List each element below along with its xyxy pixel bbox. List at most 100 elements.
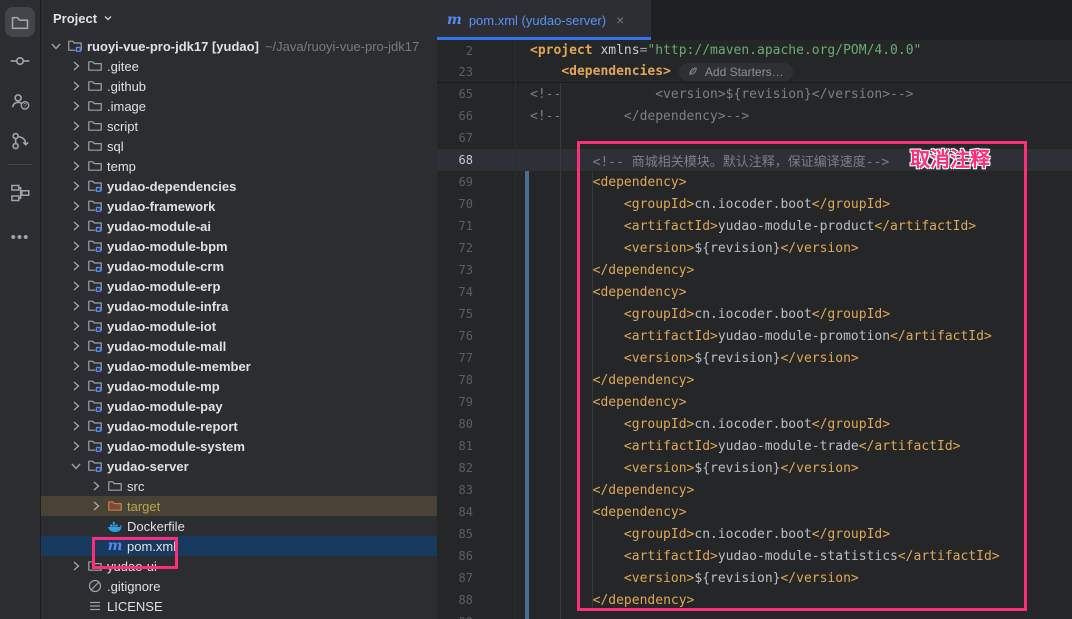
activity-bar-branches-button[interactable] (5, 126, 35, 156)
chevron-down-icon[interactable] (67, 458, 85, 474)
code-line-70[interactable]: 70 <groupId>cn.iocoder.boot</groupId> (437, 193, 1072, 215)
line-number: 85 (437, 527, 473, 541)
chevron-right-icon[interactable] (67, 98, 85, 114)
code-line-23[interactable]: 23 <dependencies>Add Starters… (437, 61, 1072, 82)
tree-item-label: .gitignore (107, 579, 160, 594)
tree-item-yudao-module-erp[interactable]: yudao-module-erp (41, 276, 437, 296)
tree-item-.gitee[interactable]: .gitee (41, 56, 437, 76)
tree-item-yudao-server[interactable]: yudao-server (41, 456, 437, 476)
chevron-right-icon[interactable] (67, 338, 85, 354)
code-line-69[interactable]: 69 <dependency> (437, 171, 1072, 193)
code-line-76[interactable]: 76 <artifactId>yudao-module-promotion</a… (437, 325, 1072, 347)
spring-leaf-icon (688, 66, 700, 78)
code-line-85[interactable]: 85 <groupId>cn.iocoder.boot</groupId> (437, 523, 1072, 545)
code-line-2[interactable]: 2<project xmlns="http://maven.apache.org… (437, 40, 1072, 61)
code-line-89[interactable]: 89 (437, 611, 1072, 619)
chevron-down-icon[interactable] (47, 38, 65, 54)
tree-item-sql[interactable]: sql (41, 136, 437, 156)
tree-item-yudao-framework[interactable]: yudao-framework (41, 196, 437, 216)
code-line-75[interactable]: 75 <groupId>cn.iocoder.boot</groupId> (437, 303, 1072, 325)
tab-close-icon[interactable]: × (616, 12, 624, 28)
chevron-right-icon[interactable] (67, 378, 85, 394)
people-help-icon: ? (10, 91, 30, 111)
activity-bar-project-button[interactable] (5, 7, 35, 37)
tree-item-yudao-module-crm[interactable]: yudao-module-crm (41, 256, 437, 276)
code-line-81[interactable]: 81 <artifactId>yudao-module-trade</artif… (437, 435, 1072, 457)
chevron-right-icon[interactable] (67, 78, 85, 94)
tree-item-yudao-module-member[interactable]: yudao-module-member (41, 356, 437, 376)
code-line-65[interactable]: 65<!-- <version>${revision}</version>--> (437, 83, 1072, 105)
chevron-right-icon[interactable] (87, 478, 105, 494)
chevron-right-icon[interactable] (67, 198, 85, 214)
tree-item-src[interactable]: src (41, 476, 437, 496)
chevron-right-icon[interactable] (67, 138, 85, 154)
tree-item-yudao-module-iot[interactable]: yudao-module-iot (41, 316, 437, 336)
activity-bar-structure-button[interactable] (5, 178, 35, 208)
code-line-73[interactable]: 73 </dependency> (437, 259, 1072, 281)
add-starters-inlay-hint[interactable]: Add Starters… (679, 63, 793, 81)
chevron-right-icon[interactable] (67, 318, 85, 334)
chevron-right-icon[interactable] (67, 158, 85, 174)
tree-item-label: yudao-module-erp (107, 279, 220, 294)
code-line-86[interactable]: 86 <artifactId>yudao-module-statistics</… (437, 545, 1072, 567)
code-line-83[interactable]: 83 </dependency> (437, 479, 1072, 501)
tree-item-yudao-module-bpm[interactable]: yudao-module-bpm (41, 236, 437, 256)
tree-item-label: temp (107, 159, 136, 174)
tree-item-yudao-module-pay[interactable]: yudao-module-pay (41, 396, 437, 416)
chevron-right-icon[interactable] (67, 178, 85, 194)
activity-bar-commit-button[interactable] (5, 46, 35, 76)
chevron-right-icon[interactable] (67, 238, 85, 254)
code-editor[interactable]: 2<project xmlns="http://maven.apache.org… (437, 40, 1072, 619)
tree-item-yudao-module-ai[interactable]: yudao-module-ai (41, 216, 437, 236)
tree-item-temp[interactable]: temp (41, 156, 437, 176)
chevron-right-icon[interactable] (87, 498, 105, 514)
chevron-right-icon[interactable] (67, 558, 85, 574)
code-line-66[interactable]: 66<!-- </dependency>--> (437, 105, 1072, 127)
chevron-right-icon[interactable] (67, 218, 85, 234)
tree-item-.gitignore[interactable]: .gitignore (41, 576, 437, 596)
line-number: 81 (437, 439, 473, 453)
code-line-72[interactable]: 72 <version>${revision}</version> (437, 237, 1072, 259)
chevron-right-icon[interactable] (67, 258, 85, 274)
tree-item-yudao-dependencies[interactable]: yudao-dependencies (41, 176, 437, 196)
code-line-80[interactable]: 80 <groupId>cn.iocoder.boot</groupId> (437, 413, 1072, 435)
chevron-right-icon[interactable] (67, 278, 85, 294)
tree-item-ruoyi-vue-pro-jdk17--yudao-[interactable]: ruoyi-vue-pro-jdk17 [yudao]~/Java/ruoyi-… (41, 36, 437, 56)
tree-item-.github[interactable]: .github (41, 76, 437, 96)
tree-item-license[interactable]: LICENSE (41, 596, 437, 616)
code-line-74[interactable]: 74 <dependency> (437, 281, 1072, 303)
code-line-84[interactable]: 84 <dependency> (437, 501, 1072, 523)
code-line-87[interactable]: 87 <version>${revision}</version> (437, 567, 1072, 589)
code-line-88[interactable]: 88 </dependency> (437, 589, 1072, 611)
code-line-82[interactable]: 82 <version>${revision}</version> (437, 457, 1072, 479)
chevron-right-icon[interactable] (67, 118, 85, 134)
chevron-right-icon[interactable] (67, 438, 85, 454)
tree-item-script[interactable]: script (41, 116, 437, 136)
line-number: 2 (437, 44, 473, 58)
tree-item-yudao-module-report[interactable]: yudao-module-report (41, 416, 437, 436)
tree-item-.image[interactable]: .image (41, 96, 437, 116)
project-view-dropdown[interactable]: Project (41, 0, 437, 36)
tree-item-yudao-module-mp[interactable]: yudao-module-mp (41, 376, 437, 396)
tree-item-yudao-module-mall[interactable]: yudao-module-mall (41, 336, 437, 356)
tree-item-target[interactable]: target (41, 496, 437, 516)
tree-item-yudao-ui[interactable]: yudao-ui (41, 556, 437, 576)
code-line-71[interactable]: 71 <artifactId>yudao-module-product</art… (437, 215, 1072, 237)
chevron-right-icon[interactable] (67, 358, 85, 374)
code-line-78[interactable]: 78 </dependency> (437, 369, 1072, 391)
project-tree: ruoyi-vue-pro-jdk17 [yudao]~/Java/ruoyi-… (41, 36, 437, 616)
tree-item-yudao-module-infra[interactable]: yudao-module-infra (41, 296, 437, 316)
chevron-right-icon[interactable] (67, 58, 85, 74)
chevron-right-icon[interactable] (67, 298, 85, 314)
tree-item-label: .github (107, 79, 146, 94)
activity-bar-more-button[interactable]: ••• (5, 222, 35, 252)
activity-bar-pull-requests-button[interactable]: ? (5, 86, 35, 116)
code-line-77[interactable]: 77 <version>${revision}</version> (437, 347, 1072, 369)
chevron-right-icon[interactable] (67, 418, 85, 434)
editor-tab-pom-xml[interactable]: m pom.xml (yudao-server) × (437, 0, 651, 40)
tree-item-yudao-module-system[interactable]: yudao-module-system (41, 436, 437, 456)
chevron-right-icon[interactable] (67, 398, 85, 414)
code-line-79[interactable]: 79 <dependency> (437, 391, 1072, 413)
tree-item-dockerfile[interactable]: Dockerfile (41, 516, 437, 536)
tree-item-pom.xml[interactable]: mpom.xml (41, 536, 437, 556)
